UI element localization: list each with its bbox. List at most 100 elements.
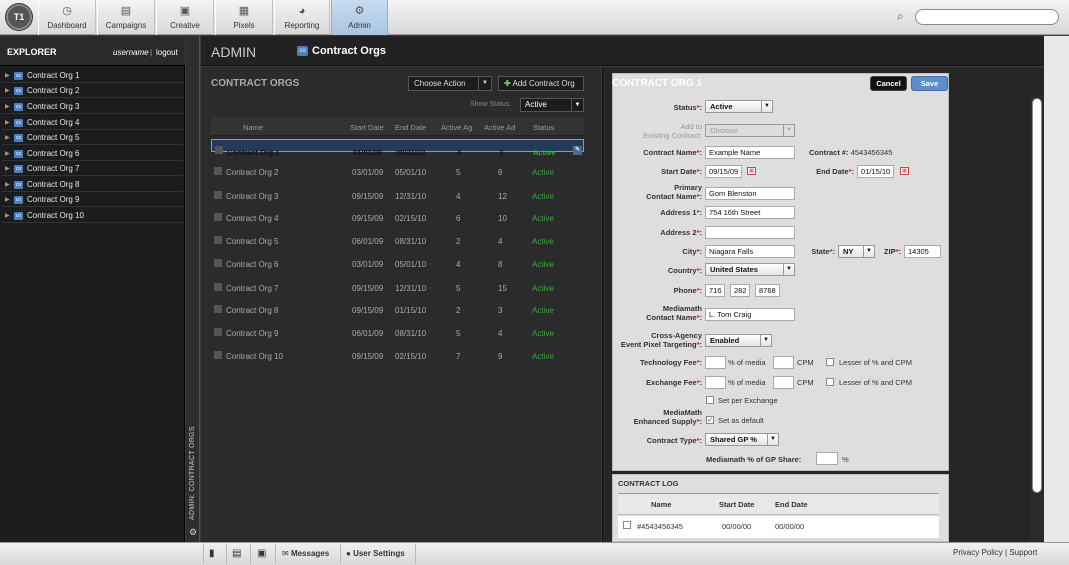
nav-dashboard[interactable]: ◷ Dashboard	[38, 0, 96, 35]
logout-link[interactable]: logout	[156, 48, 178, 57]
column-header[interactable]: Name	[243, 123, 263, 132]
state-select[interactable]: NY ▼	[838, 245, 875, 258]
expand-arrow-icon[interactable]: ▶	[5, 147, 10, 161]
expand-arrow-icon[interactable]: ▶	[5, 193, 10, 207]
t1-logo[interactable]: T1	[6, 4, 32, 30]
technology-fee-percent-field[interactable]	[705, 356, 726, 369]
cell-name[interactable]: Contract Org 2	[226, 168, 278, 177]
row-checkbox[interactable]	[214, 213, 222, 221]
notes-icon[interactable]: ▤	[232, 547, 241, 561]
table-row[interactable]: Contract Org 3 09/15/09 12/31/10 4 12 Active	[211, 185, 584, 207]
explorer-item[interactable]: ▶ co Contract Org 3	[2, 100, 183, 114]
expand-arrow-icon[interactable]: ▶	[5, 131, 10, 145]
cancel-button[interactable]: Cancel	[870, 76, 907, 91]
explorer-item[interactable]: ▶ co Contract Org 1	[2, 69, 183, 83]
address2-field[interactable]	[705, 226, 795, 239]
row-checkbox[interactable]	[214, 236, 222, 244]
city-field[interactable]: Niagara Falls	[705, 245, 795, 258]
column-header[interactable]: Name	[651, 500, 671, 509]
table-row[interactable]: Contract Org 8 09/15/09 01/15/10 2 3 Active	[211, 299, 584, 321]
calendar-icon[interactable]: ▦	[747, 167, 756, 175]
gp-share-field[interactable]	[816, 452, 838, 465]
cell-name[interactable]: Contract Org 1	[227, 147, 280, 158]
explorer-item[interactable]: ▶ co Contract Org 7	[2, 162, 183, 176]
table-row[interactable]: Contract Org 10 09/15/09 02/15/10 7 9 Active	[211, 345, 584, 367]
cell-name[interactable]: Contract Org 8	[226, 306, 278, 315]
column-header[interactable]: Start Date	[350, 123, 384, 132]
address1-field[interactable]: 754 16th Street	[705, 206, 795, 219]
expand-arrow-icon[interactable]: ▶	[5, 116, 10, 130]
nav-campaigns[interactable]: ▤ Campaigns	[97, 0, 155, 35]
exchange-fee-percent-field[interactable]	[705, 376, 726, 389]
start-date-field[interactable]: 09/15/09	[705, 165, 742, 178]
phone-area-field[interactable]: 716	[705, 284, 725, 297]
row-checkbox[interactable]	[214, 191, 222, 199]
explorer-item[interactable]: ▶ co Contract Org 8	[2, 178, 183, 192]
row-checkbox[interactable]	[214, 283, 222, 291]
explorer-item[interactable]: ▶ co Contract Org 10	[2, 209, 183, 223]
row-checkbox[interactable]	[214, 351, 222, 359]
cell-name[interactable]: Contract Org 5	[226, 237, 278, 246]
cell-name[interactable]: Contract Org 6	[226, 260, 278, 269]
column-header[interactable]: End Date	[395, 123, 426, 132]
table-row[interactable]: Contract Org 2 03/01/09 05/01/10 5 6 Active	[211, 161, 584, 183]
explorer-item[interactable]: ▶ co Contract Org 2	[2, 84, 183, 98]
support-link[interactable]: Support	[1009, 548, 1037, 557]
table-row[interactable]: Contract Org 6 03/01/09 05/01/10 4 8 Active	[211, 253, 584, 275]
column-header[interactable]: Active Ag	[441, 123, 472, 132]
lesser-checkbox[interactable]	[826, 358, 834, 366]
table-row[interactable]: Contract Org 1 01/01/09 08/31/10 4 3 Active ✎	[211, 139, 584, 157]
zip-field[interactable]: 14305	[904, 245, 941, 258]
search-icon[interactable]: ⌕	[897, 9, 904, 24]
column-header[interactable]: Active Ad	[484, 123, 515, 132]
row-checkbox[interactable]	[214, 259, 222, 267]
cross-agency-select[interactable]: Enabled ▼	[705, 334, 772, 347]
column-header[interactable]: End Date	[775, 500, 808, 509]
messages-button[interactable]: ✉ Messages	[282, 547, 329, 561]
add-contract-org-button[interactable]: ✚ Add Contract Org	[498, 76, 584, 91]
contract-name-field[interactable]: Example Name	[705, 146, 795, 159]
column-header[interactable]: Start Date	[719, 500, 754, 509]
cell-name[interactable]: Contract Org 3	[226, 192, 278, 201]
expand-arrow-icon[interactable]: ▶	[5, 209, 10, 223]
explorer-item[interactable]: ▶ co Contract Org 5	[2, 131, 183, 145]
row-checkbox[interactable]	[214, 167, 222, 175]
end-date-field[interactable]: 01/15/10	[857, 165, 894, 178]
table-row[interactable]: Contract Org 9 06/01/09 08/31/10 5 4 Active	[211, 322, 584, 344]
cell-name[interactable]: Contract Org 10	[226, 352, 283, 361]
document-icon[interactable]: ▮	[209, 547, 215, 561]
explorer-item[interactable]: ▶ co Contract Org 6	[2, 147, 183, 161]
cell-name[interactable]: Contract Org 4	[226, 214, 278, 223]
explorer-item[interactable]: ▶ co Contract Org 9	[2, 193, 183, 207]
cell-name[interactable]: Contract Org 7	[226, 284, 278, 293]
row-checkbox[interactable]	[215, 146, 223, 154]
row-checkbox[interactable]	[623, 521, 631, 529]
exchange-fee-cpm-field[interactable]	[773, 376, 794, 389]
explorer-item[interactable]: ▶ co Contract Org 4	[2, 116, 183, 130]
status-select[interactable]: Active ▼	[705, 100, 773, 113]
table-row[interactable]: Contract Org 5 06/01/09 08/31/10 2 4 Active	[211, 230, 584, 252]
nav-creative[interactable]: ▣ Creative	[156, 0, 214, 35]
technology-fee-cpm-field[interactable]	[773, 356, 794, 369]
per-exchange-checkbox[interactable]	[706, 396, 714, 404]
row-checkbox[interactable]	[214, 305, 222, 313]
country-select[interactable]: United States ▼	[705, 263, 795, 276]
nav-reporting[interactable]: ◕ Reporting	[274, 0, 330, 35]
expand-arrow-icon[interactable]: ▶	[5, 100, 10, 114]
expand-arrow-icon[interactable]: ▶	[5, 178, 10, 192]
search-input[interactable]	[915, 9, 1059, 25]
expand-arrow-icon[interactable]: ▶	[5, 162, 10, 176]
edit-icon[interactable]: ✎	[573, 146, 582, 155]
mediamath-contact-field[interactable]: L. Tom Craig	[705, 308, 795, 321]
primary-contact-field[interactable]: Gom Blenston	[705, 187, 795, 200]
privacy-policy-link[interactable]: Privacy Policy	[953, 548, 1003, 557]
save-button[interactable]: Save	[911, 76, 948, 91]
breadcrumb-admin[interactable]: ADMIN	[211, 44, 256, 60]
choose-action-dropdown[interactable]: Choose Action ▼	[408, 76, 492, 91]
status-filter-dropdown[interactable]: Active ▼	[520, 98, 584, 112]
expand-arrow-icon[interactable]: ▶	[5, 69, 10, 83]
phone-prefix-field[interactable]: 282	[730, 284, 750, 297]
contract-type-select[interactable]: Shared GP % ▼	[705, 433, 779, 446]
table-row[interactable]: Contract Org 4 09/15/09 02/15/10 6 10 Active	[211, 207, 584, 229]
set-default-checkbox[interactable]: ✓	[706, 416, 714, 424]
